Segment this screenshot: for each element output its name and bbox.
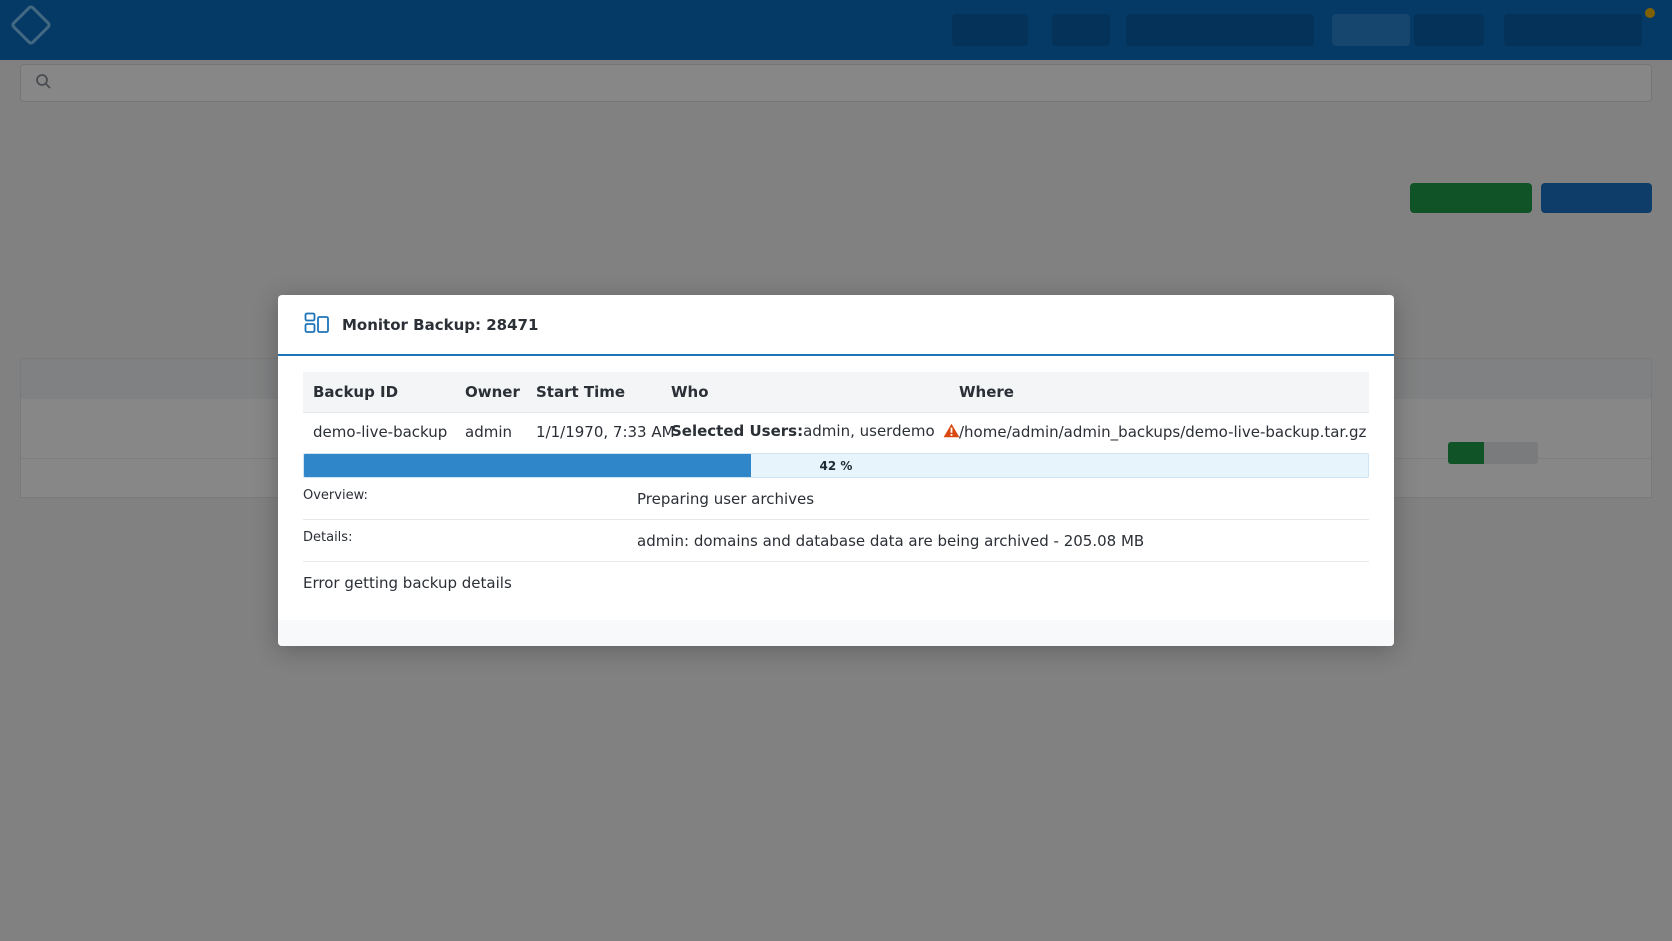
progress-label: 42 % [819,458,853,473]
owner-cell: admin [455,411,526,452]
error-message: Error getting backup details [303,574,512,592]
overview-label: Overview: [303,488,368,503]
column-header-who: Who [661,372,949,412]
backup-info-table: Backup ID Owner Start Time Who Where dem… [303,372,1369,452]
dialog-header: Monitor Backup: 28471 [278,295,1394,356]
backup-id-cell: demo-live-backup [303,411,455,452]
monitor-backup-icon [304,312,330,338]
details-label: Details: [303,530,353,545]
monitor-backup-dialog: Monitor Backup: 28471 Backup ID Owner St… [278,295,1394,646]
overview-row: Overview: Preparing user archives [303,478,1369,520]
dialog-footer [278,620,1394,646]
where-cell: /home/admin/admin_backups/demo-live-back… [949,411,1369,452]
who-label: Selected Users: [671,422,804,441]
column-header-owner: Owner [455,372,526,412]
who-cell: Selected Users:admin, userdemo [661,411,960,452]
who-value: admin, userdemo [803,422,935,441]
dialog-title: Monitor Backup: 28471 [342,315,539,334]
column-header-start-time: Start Time [526,372,661,412]
column-header-where: Where [949,372,1369,412]
table-row: demo-live-backup admin 1/1/1970, 7:33 AM… [303,411,1369,452]
overview-value: Preparing user archives [637,489,815,508]
column-header-backup-id: Backup ID [303,372,455,412]
start-time-cell: 1/1/1970, 7:33 AM [526,411,675,452]
details-row: Details: admin: domains and database dat… [303,520,1369,562]
warning-icon[interactable] [943,423,960,442]
details-value: admin: domains and database data are bei… [637,531,1145,550]
backup-progress-bar: 42 % [303,453,1369,478]
